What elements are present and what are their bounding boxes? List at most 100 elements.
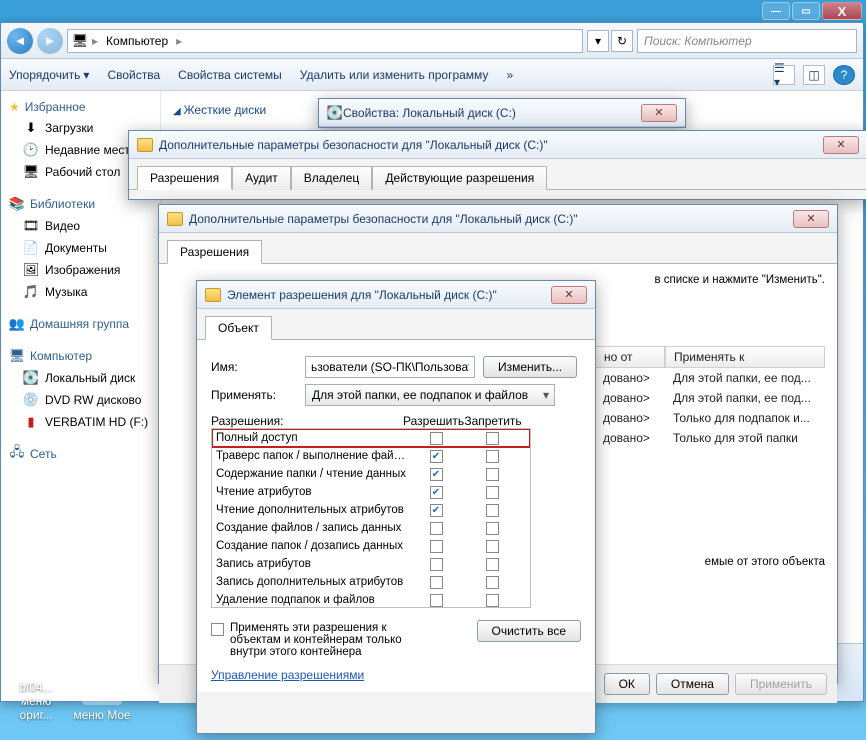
deny-checkbox[interactable] xyxy=(486,486,499,499)
col-apply-to[interactable]: Применять к xyxy=(665,346,825,368)
allow-checkbox[interactable] xyxy=(430,450,443,463)
tab-permissions[interactable]: Разрешения xyxy=(167,240,262,264)
refresh-button[interactable]: ↻ xyxy=(611,30,633,52)
apply-to-select[interactable]: Для этой папки, ее подпапок и файлов xyxy=(305,384,555,406)
allow-checkbox[interactable] xyxy=(430,558,443,571)
close-button[interactable]: X xyxy=(822,2,862,20)
tab-effective[interactable]: Действующие разрешения xyxy=(372,166,547,190)
deny-checkbox[interactable] xyxy=(486,504,499,517)
name-input[interactable] xyxy=(305,356,475,378)
sidebar-video[interactable]: 🎞Видео xyxy=(5,215,156,237)
library-icon: 📚 xyxy=(9,196,25,212)
close-icon[interactable]: ✕ xyxy=(551,286,587,304)
change-button[interactable]: Изменить... xyxy=(483,356,577,378)
nav-bar: ◄ ► 🖥 ▸ Компьютер ▸ ▾ ↻ Поиск: Компьютер xyxy=(1,23,863,59)
properties-dialog: 💽 Свойства: Локальный диск (C:) ✕ xyxy=(318,98,686,128)
sidebar-computer-head[interactable]: 🖥Компьютер xyxy=(5,345,156,367)
sidebar-homegroup[interactable]: 👥Домашняя группа xyxy=(5,313,156,335)
allow-checkbox[interactable] xyxy=(430,522,443,535)
close-icon[interactable]: ✕ xyxy=(793,210,829,228)
close-icon[interactable]: ✕ xyxy=(823,136,859,154)
deny-checkbox[interactable] xyxy=(486,468,499,481)
video-icon: 🎞 xyxy=(23,218,39,234)
tab-object[interactable]: Объект xyxy=(205,316,272,340)
propagate-checkbox[interactable] xyxy=(211,623,224,636)
apply-button[interactable]: Применить xyxy=(735,673,827,695)
allow-checkbox[interactable] xyxy=(430,468,443,481)
adv1-title: Дополнительные параметры безопасности дл… xyxy=(159,138,823,152)
tab-permissions[interactable]: Разрешения xyxy=(137,166,232,190)
permission-row[interactable]: Полный доступ xyxy=(212,429,530,447)
deny-checkbox[interactable] xyxy=(486,522,499,535)
deny-checkbox[interactable] xyxy=(486,594,499,607)
desktop-icon-item[interactable]: меню Мое xyxy=(72,665,132,722)
clear-all-button[interactable]: Очистить все xyxy=(477,620,581,642)
maximize-button[interactable]: ▭ xyxy=(792,2,820,20)
cancel-button[interactable]: Отмена xyxy=(656,673,729,695)
deny-checkbox[interactable] xyxy=(486,450,499,463)
allow-checkbox[interactable] xyxy=(430,540,443,553)
tb-properties[interactable]: Свойства xyxy=(107,68,160,82)
allow-header: Разрешить xyxy=(403,414,463,428)
help-icon[interactable]: ? xyxy=(833,65,855,85)
tb-more[interactable]: » xyxy=(506,68,513,82)
sidebar-music[interactable]: 🎵Музыка xyxy=(5,281,156,303)
allow-checkbox[interactable] xyxy=(430,432,443,445)
nav-forward-button[interactable]: ► xyxy=(37,28,63,54)
music-icon: 🎵 xyxy=(23,284,39,300)
nav-back-button[interactable]: ◄ xyxy=(7,28,33,54)
permission-row[interactable]: Чтение дополнительных атрибутов xyxy=(212,501,530,519)
tab-owner[interactable]: Владелец xyxy=(291,166,373,190)
folder-icon xyxy=(205,288,221,302)
organize-menu[interactable]: Упорядочить ▾ xyxy=(9,68,89,82)
desktop-icon-item[interactable]: bf04... меню ориг... xyxy=(6,637,66,722)
tb-uninstall[interactable]: Удалить или изменить программу xyxy=(300,68,489,82)
permission-row[interactable]: Удаление подпапок и файлов xyxy=(212,591,530,608)
deny-checkbox[interactable] xyxy=(486,558,499,571)
permission-name: Запись дополнительных атрибутов xyxy=(216,576,408,588)
adv2-hint: в списке и нажмите "Изменить". xyxy=(654,274,825,286)
preview-pane-icon[interactable]: ◫ xyxy=(803,65,825,85)
permission-row[interactable]: Содержание папки / чтение данных xyxy=(212,465,530,483)
allow-checkbox[interactable] xyxy=(430,594,443,607)
permission-row[interactable]: Запись атрибутов xyxy=(212,555,530,573)
tb-sys-properties[interactable]: Свойства системы xyxy=(178,68,282,82)
perm-dialog-title: Элемент разрешения для "Локальный диск (… xyxy=(227,288,551,302)
breadcrumb-item[interactable]: Компьютер xyxy=(102,34,172,48)
allow-checkbox[interactable] xyxy=(430,504,443,517)
permission-name: Удаление подпапок и файлов xyxy=(216,594,408,606)
permission-name: Полный доступ xyxy=(216,432,408,444)
permission-row[interactable]: Создание папок / дозапись данных xyxy=(212,537,530,555)
allow-checkbox[interactable] xyxy=(430,486,443,499)
tab-audit[interactable]: Аудит xyxy=(232,166,291,190)
permissions-list[interactable]: Полный доступ Траверс папок / выполнение … xyxy=(211,428,531,608)
drive-icon: 💽 xyxy=(327,105,343,121)
view-options-icon[interactable]: ☰ ▾ xyxy=(773,65,795,85)
sidebar-documents[interactable]: 📄Документы xyxy=(5,237,156,259)
sidebar-dvd[interactable]: 💿DVD RW дисково xyxy=(5,389,156,411)
manage-permissions-link[interactable]: Управление разрешениями xyxy=(211,668,364,682)
nav-dropdown[interactable]: ▾ xyxy=(587,30,609,52)
sidebar-favorites-head[interactable]: ★Избранное xyxy=(5,97,156,117)
breadcrumb[interactable]: 🖥 ▸ Компьютер ▸ xyxy=(67,29,583,53)
sidebar-network[interactable]: 🖧Сеть xyxy=(5,443,156,465)
deny-checkbox[interactable] xyxy=(486,540,499,553)
permission-row[interactable]: Создание файлов / запись данных xyxy=(212,519,530,537)
sidebar-local-disk[interactable]: 💽Локальный диск xyxy=(5,367,156,389)
search-input[interactable]: Поиск: Компьютер xyxy=(637,29,857,53)
col-inherited[interactable]: но от xyxy=(595,346,665,368)
minimize-button[interactable]: — xyxy=(762,2,790,20)
ok-button[interactable]: ОК xyxy=(604,673,650,695)
deny-checkbox[interactable] xyxy=(486,432,499,445)
recent-icon: 🕑 xyxy=(23,142,39,158)
file-icon xyxy=(16,637,56,677)
sidebar-verbatim[interactable]: ▮VERBATIM HD (F:) xyxy=(5,411,156,433)
close-icon[interactable]: ✕ xyxy=(641,104,677,122)
deny-checkbox[interactable] xyxy=(486,576,499,589)
permission-row[interactable]: Чтение атрибутов xyxy=(212,483,530,501)
permission-row[interactable]: Запись дополнительных атрибутов xyxy=(212,573,530,591)
network-icon: 🖧 xyxy=(9,446,25,462)
allow-checkbox[interactable] xyxy=(430,576,443,589)
sidebar-pictures[interactable]: 🖼Изображения xyxy=(5,259,156,281)
permission-row[interactable]: Траверс папок / выполнение файлов xyxy=(212,447,530,465)
